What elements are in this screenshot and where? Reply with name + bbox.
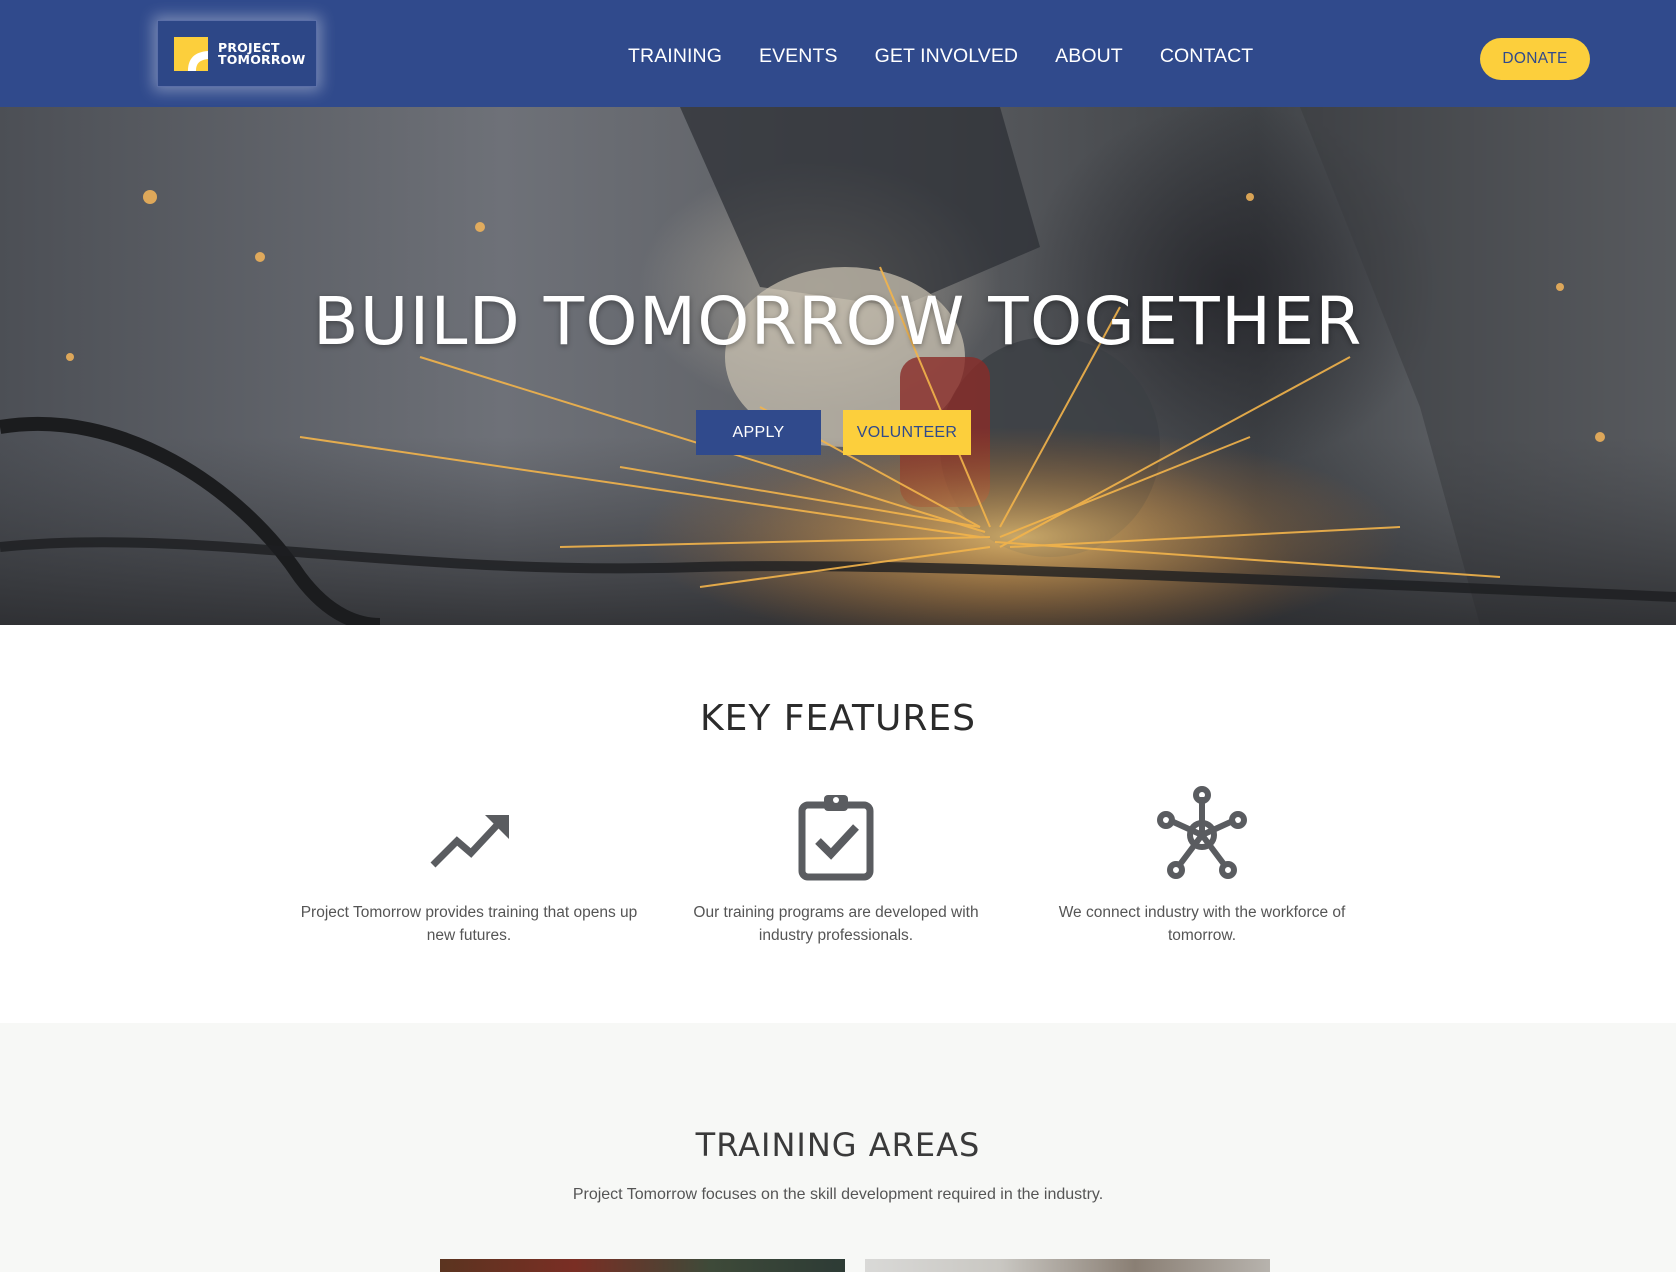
key-features-title: KEY FEATURES [699,698,977,739]
feature-text: Our training programs are developed with… [693,904,979,944]
logo-mark-icon [174,36,208,71]
feature-item: We connect industry with the workforce o… [1032,785,1372,947]
training-areas-section: TRAINING AREAS Project Tomorrow focuses … [0,1023,1676,1272]
nav-item-events[interactable]: EVENTS [759,40,838,72]
apply-button[interactable]: APPLY [696,410,821,455]
volunteer-button[interactable]: VOLUNTEER [843,410,971,455]
key-features-section: KEY FEATURES Project Tomorrow provides t… [0,625,1676,1023]
site-header: PROJECT TOMORROW TRAINING EVENTS GET INV… [0,0,1676,107]
hero-title: BUILD TOMORROW TOGETHER [313,283,1363,360]
donate-button[interactable]: DONATE [1480,38,1590,80]
feature-text: We connect industry with the workforce o… [1058,904,1346,944]
hero-section: BUILD TOMORROW TOGETHER APPLY VOLUNTEER [0,107,1676,625]
training-areas-title: TRAINING AREAS [695,1126,981,1164]
nav-item-get-involved[interactable]: GET INVOLVED [875,40,1019,72]
main-nav: TRAINING EVENTS GET INVOLVED ABOUT CONTA… [628,40,1253,72]
site-logo[interactable]: PROJECT TOMORROW [157,20,317,87]
logo-text: PROJECT TOMORROW [218,41,306,67]
feature-item: Project Tomorrow provides training that … [299,785,639,947]
feature-item: Our training programs are developed with… [666,785,1006,947]
clipboard-check-icon [798,795,874,881]
nav-item-contact[interactable]: CONTACT [1160,40,1254,72]
training-areas-subtitle: Project Tomorrow focuses on the skill de… [572,1186,1104,1203]
training-card-image[interactable] [865,1259,1270,1272]
trending-up-icon [430,815,509,868]
training-card-image[interactable] [440,1259,845,1272]
page: PROJECT TOMORROW TRAINING EVENTS GET INV… [0,0,1676,1272]
feature-text: Project Tomorrow provides training that … [300,904,638,944]
network-hub-icon [1157,786,1247,879]
nav-item-training[interactable]: TRAINING [628,40,722,72]
logo-line-2: TOMORROW [218,51,306,67]
hero-background-image [0,107,1676,625]
nav-item-about[interactable]: ABOUT [1055,40,1123,72]
